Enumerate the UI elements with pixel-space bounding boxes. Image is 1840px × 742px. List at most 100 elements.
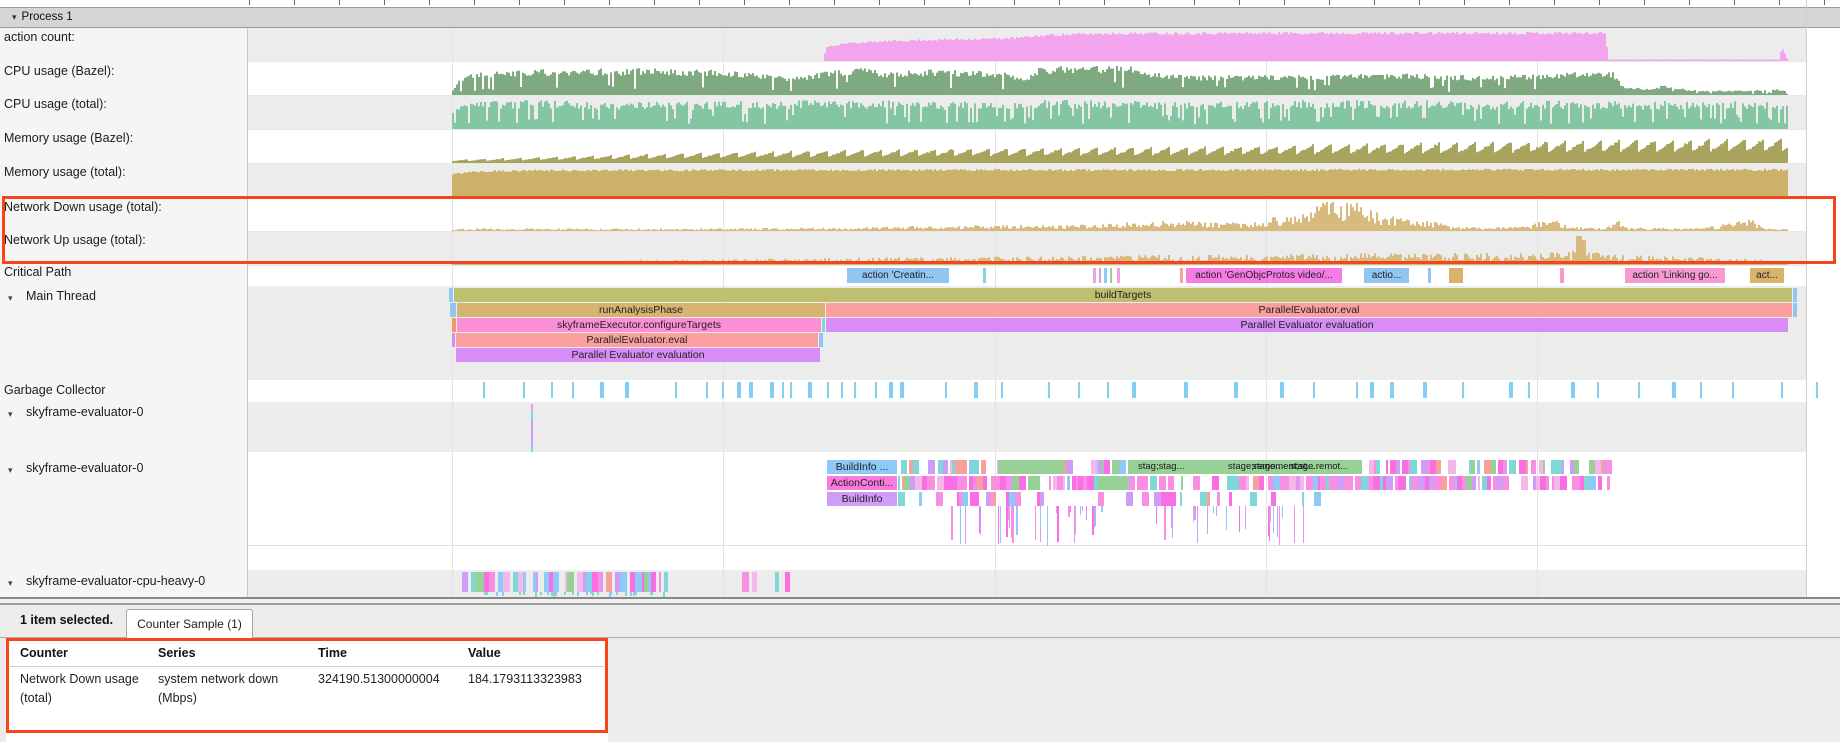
skyframe-seg[interactable] — [1153, 476, 1157, 490]
skyframe-seg[interactable] — [1491, 460, 1496, 474]
skyframe-seg[interactable] — [1302, 492, 1304, 506]
skyframe-seg[interactable] — [962, 492, 968, 506]
gc-tick[interactable] — [1234, 382, 1238, 398]
skyframe-seg[interactable] — [1519, 460, 1526, 474]
critical-path-action-box[interactable]: action 'Linking go... — [1625, 268, 1725, 283]
gc-tick[interactable] — [1184, 382, 1188, 398]
skyframe-seg[interactable] — [1546, 476, 1549, 490]
skyframe-seg[interactable] — [1421, 460, 1428, 474]
skyframe-seg[interactable] — [1246, 476, 1249, 490]
skyframe-seg[interactable] — [1509, 460, 1516, 474]
skyframe-seg[interactable] — [931, 476, 935, 490]
collapse-arrow-icon[interactable]: ▾ — [8, 409, 13, 420]
gc-tick[interactable] — [749, 382, 753, 398]
skyframe-seg[interactable] — [1560, 476, 1567, 490]
gc-tick[interactable] — [945, 382, 947, 398]
gc-tick[interactable] — [722, 382, 724, 398]
counter-band-network-down-usage-total[interactable] — [248, 198, 1806, 232]
sidebar-item-network-up-usage-total[interactable]: Network Up usage (total): — [0, 233, 247, 251]
cpu-heavy-seg[interactable] — [503, 572, 510, 592]
skyframe-seg[interactable] — [1200, 492, 1207, 506]
critical-path-action-box[interactable] — [1099, 268, 1101, 283]
gc-tick[interactable] — [770, 382, 774, 398]
cpu-heavy-seg[interactable] — [553, 572, 559, 592]
skyframe-seg[interactable] — [1289, 476, 1296, 490]
skyframe-seg[interactable] — [1154, 492, 1161, 506]
skyframe-seg[interactable] — [1487, 476, 1491, 490]
cpu-heavy-seg[interactable] — [536, 572, 538, 592]
main-thread-slice[interactable] — [452, 333, 455, 347]
gc-tick[interactable] — [625, 382, 629, 398]
gc-tick[interactable] — [1672, 382, 1676, 398]
counter-band-memory-usage-bazel[interactable] — [248, 130, 1806, 164]
gc-tick[interactable] — [1078, 382, 1080, 398]
collapse-arrow-icon[interactable]: ▾ — [8, 465, 13, 476]
critical-path-action-box[interactable] — [1104, 268, 1107, 283]
skyframe-seg[interactable] — [1180, 492, 1182, 506]
skyframe-seg[interactable] — [1049, 476, 1051, 490]
skyframe-seg[interactable] — [1040, 492, 1044, 506]
skyframe-seg[interactable] — [915, 476, 922, 490]
counter-band-memory-usage-total[interactable] — [248, 164, 1806, 198]
skyframe-seg[interactable] — [1129, 476, 1135, 490]
skyframe-seg[interactable] — [1555, 460, 1562, 474]
sidebar-item-cpu-usage-bazel[interactable]: CPU usage (Bazel): — [0, 64, 247, 82]
skyframe-seg[interactable] — [1386, 476, 1393, 490]
cpu-heavy-seg[interactable] — [785, 572, 790, 592]
sidebar-item-skyframe-evaluator-cpu-heavy-0[interactable]: ▾skyframe-evaluator-cpu-heavy-0 — [0, 574, 247, 592]
sidebar-item-main-thread[interactable]: ▾Main Thread — [0, 289, 247, 307]
skyframe-seg[interactable] — [1396, 460, 1400, 474]
main-thread-slice[interactable] — [452, 318, 456, 332]
skyframe-seg[interactable] — [972, 460, 979, 474]
critical-path-action-box[interactable] — [983, 268, 986, 283]
cpu-heavy-seg[interactable] — [523, 572, 526, 592]
counter-band-network-up-usage-total[interactable] — [248, 232, 1806, 266]
tab-counter-sample[interactable]: Counter Sample (1) — [126, 609, 253, 639]
skyframe-seg[interactable] — [1574, 460, 1579, 474]
main-thread-slice[interactable] — [1793, 303, 1797, 317]
gc-tick[interactable] — [1390, 382, 1394, 398]
gc-tick[interactable] — [1001, 382, 1003, 398]
main-thread-slice[interactable]: skyframeExecutor.configureTargets — [457, 318, 821, 332]
gc-tick[interactable] — [1048, 382, 1050, 398]
skyframe-seg[interactable] — [1104, 460, 1110, 474]
skyframe-seg[interactable] — [1015, 492, 1021, 506]
critical-path-action-box[interactable] — [1560, 268, 1564, 283]
main-thread-slice[interactable]: Parallel Evaluator evaluation — [456, 348, 820, 362]
skyframe-seg[interactable] — [1035, 476, 1040, 490]
skyframe-seg[interactable] — [1019, 476, 1026, 490]
skyframe-seg[interactable] — [1168, 476, 1174, 490]
skyframe-seg[interactable] — [1028, 476, 1035, 490]
sidebar-item-memory-usage-total[interactable]: Memory usage (total): — [0, 165, 247, 183]
skyframe-seg[interactable] — [1471, 460, 1475, 474]
skyframe-seg[interactable] — [983, 476, 987, 490]
cpu-heavy-seg[interactable] — [659, 572, 661, 592]
gc-tick[interactable] — [1571, 382, 1575, 398]
skyframe-seg[interactable] — [1503, 476, 1509, 490]
counter-band-cpu-usage-total[interactable] — [248, 96, 1806, 130]
critical-path-action-box[interactable]: act... — [1750, 268, 1784, 283]
gc-tick[interactable] — [737, 382, 741, 398]
skyframe-seg[interactable] — [1259, 476, 1264, 490]
gc-tick[interactable] — [900, 382, 904, 398]
skyframe-seg[interactable] — [1306, 476, 1313, 490]
critical-path-action-box[interactable] — [1110, 268, 1112, 283]
skyframe-seg[interactable] — [1472, 476, 1476, 490]
cpu-heavy-seg[interactable] — [620, 572, 627, 592]
skyframe-seg[interactable] — [1098, 492, 1104, 506]
skyframe-seg[interactable] — [1477, 460, 1480, 474]
skyframe-seg[interactable] — [1126, 492, 1133, 506]
gc-tick[interactable] — [1597, 382, 1599, 398]
main-thread-slice[interactable]: ParallelEvaluator.eval — [456, 333, 818, 347]
skyframe-seg[interactable] — [1436, 460, 1441, 474]
skyframe-seg[interactable] — [1273, 476, 1280, 490]
skyframe-seg[interactable] — [1453, 460, 1456, 474]
main-thread-slice[interactable]: ParallelEvaluator.eval — [826, 303, 1792, 317]
gc-tick[interactable] — [1107, 382, 1109, 398]
critical-path-action-box[interactable] — [1117, 268, 1120, 283]
cpu-heavy-seg[interactable] — [752, 572, 757, 592]
gc-tick[interactable] — [600, 382, 604, 398]
cpu-heavy-seg[interactable] — [489, 572, 495, 592]
skyframe-seg[interactable] — [1142, 476, 1148, 490]
gc-tick[interactable] — [841, 382, 843, 398]
